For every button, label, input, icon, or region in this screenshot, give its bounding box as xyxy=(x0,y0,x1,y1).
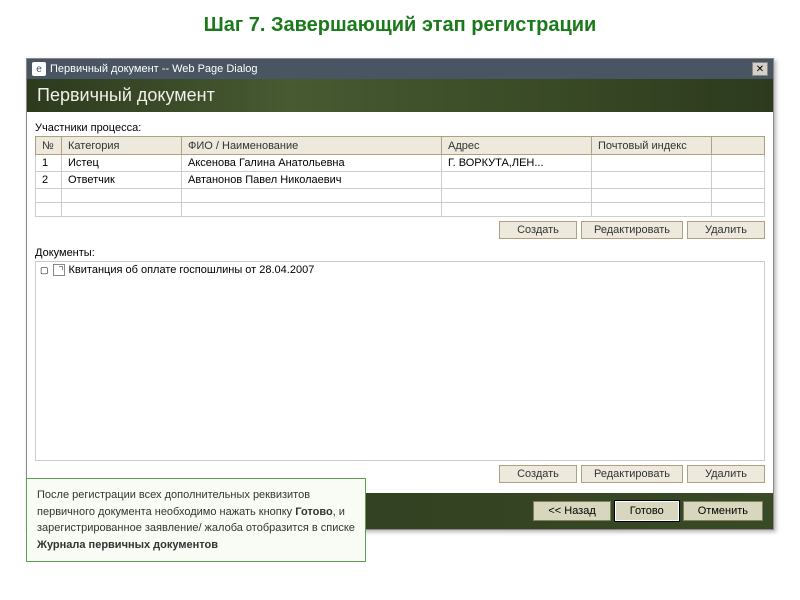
col-header-postal[interactable]: Почтовый индекс xyxy=(592,137,712,155)
document-icon xyxy=(53,264,65,276)
edit-doc-button[interactable]: Редактировать xyxy=(581,465,683,483)
edit-button[interactable]: Редактировать xyxy=(581,221,683,239)
cell-name: Аксенова Галина Анатольевна xyxy=(182,155,442,172)
delete-doc-button[interactable]: Удалить xyxy=(687,465,765,483)
document-title: Квитанция об оплате госпошлины от 28.04.… xyxy=(69,264,315,276)
hint-text-1: После регистрации всех дополнительных ре… xyxy=(37,489,310,518)
participants-label: Участники процесса: xyxy=(35,122,765,134)
create-doc-button[interactable]: Создать xyxy=(499,465,577,483)
delete-button[interactable]: Удалить xyxy=(687,221,765,239)
cancel-button[interactable]: Отменить xyxy=(683,501,763,521)
col-header-name[interactable]: ФИО / Наименование xyxy=(182,137,442,155)
documents-area: ▢ Квитанция об оплате госпошлины от 28.0… xyxy=(35,261,765,461)
close-icon[interactable]: ✕ xyxy=(752,62,768,76)
cell-num: 2 xyxy=(36,172,62,189)
app-icon: e xyxy=(32,62,46,76)
col-header-category[interactable]: Категория xyxy=(62,137,182,155)
titlebar[interactable]: e Первичный документ -- Web Page Dialog … xyxy=(27,59,773,79)
create-button[interactable]: Создать xyxy=(499,221,577,239)
col-header-num[interactable]: № xyxy=(36,137,62,155)
cell-postal xyxy=(592,172,712,189)
cell-category: Ответчик xyxy=(62,172,182,189)
hint-tooltip: После регистрации всех дополнительных ре… xyxy=(26,478,366,562)
expand-icon[interactable]: ▢ xyxy=(40,265,49,276)
back-button[interactable]: << Назад xyxy=(533,501,610,521)
cell-address: Г. ВОРКУТА,ЛЕН... xyxy=(442,155,592,172)
table-row xyxy=(36,189,765,203)
page-heading: Шаг 7. Завершающий этап регистрации xyxy=(0,0,800,47)
participants-table: № Категория ФИО / Наименование Адрес Поч… xyxy=(35,136,765,217)
col-header-address[interactable]: Адрес xyxy=(442,137,592,155)
table-row xyxy=(36,203,765,217)
documents-label: Документы: xyxy=(35,247,765,259)
cell-num: 1 xyxy=(36,155,62,172)
list-item[interactable]: ▢ Квитанция об оплате госпошлины от 28.0… xyxy=(36,262,764,278)
hint-bold-2: Журнала первичных документов xyxy=(37,539,218,551)
cell-address xyxy=(442,172,592,189)
hint-bold-1: Готово xyxy=(295,506,332,518)
dialog-banner: Первичный документ xyxy=(27,79,773,112)
dialog-window: e Первичный документ -- Web Page Dialog … xyxy=(26,58,774,530)
titlebar-text: Первичный документ -- Web Page Dialog xyxy=(50,63,258,75)
table-row[interactable]: 2 Ответчик Автанонов Павел Николаевич xyxy=(36,172,765,189)
cell-category: Истец xyxy=(62,155,182,172)
cell-name: Автанонов Павел Николаевич xyxy=(182,172,442,189)
done-button[interactable]: Готово xyxy=(615,501,679,521)
col-header-extra xyxy=(712,137,765,155)
cell-postal xyxy=(592,155,712,172)
table-row[interactable]: 1 Истец Аксенова Галина Анатольевна Г. В… xyxy=(36,155,765,172)
